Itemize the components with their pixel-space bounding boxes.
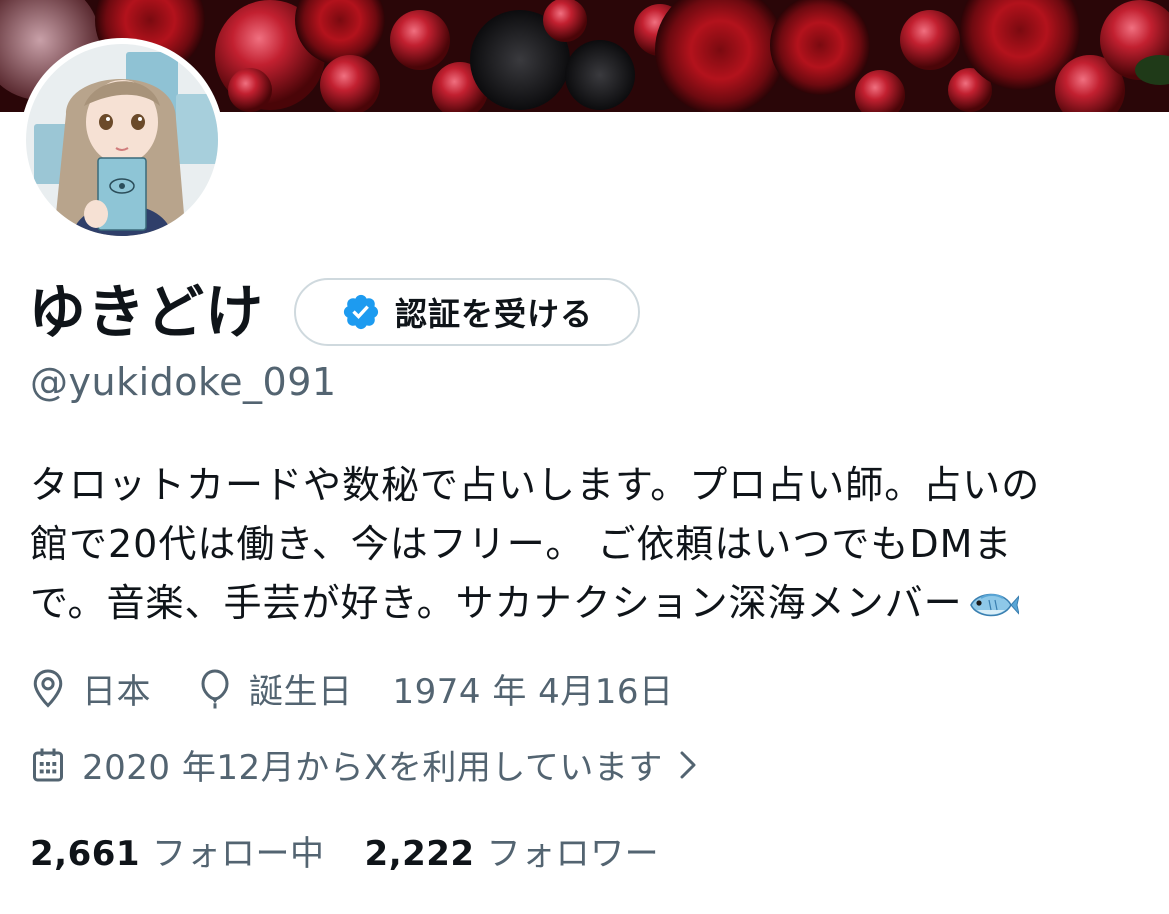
joined-item: 2020 年12月からXを利用しています	[30, 740, 699, 789]
avatar[interactable]	[20, 38, 224, 242]
bio: タロットカードや数秘で占いします。プロ占い師。占いの 館で20代は働き、今はフリ…	[30, 456, 1140, 639]
following-label: フォロー中	[152, 834, 325, 874]
followers-link[interactable]: 2,222 フォロワー	[365, 826, 660, 875]
avatar-image	[26, 44, 218, 236]
get-verified-label: 認証を受ける	[395, 295, 594, 333]
joined-row[interactable]: 2020 年12月からXを利用しています	[30, 740, 699, 789]
get-verified-button[interactable]: 認証を受ける	[294, 278, 641, 346]
birthday-item: 誕生日 1974 年 4月16日	[197, 664, 674, 713]
follow-stats: 2,661 フォロー中 2,222 フォロワー	[30, 826, 659, 875]
following-count: 2,661	[30, 834, 141, 874]
birthday-value: 1974 年 4月16日	[392, 672, 674, 712]
following-link[interactable]: 2,661 フォロー中	[30, 826, 325, 875]
calendar-icon	[30, 743, 70, 787]
chevron-right-icon	[677, 747, 699, 783]
user-handle: @yukidoke_091	[30, 360, 337, 404]
followers-label: フォロワー	[486, 834, 660, 874]
name-row: ゆきどけ 認証を受ける	[28, 272, 641, 352]
bio-line-last: で。音楽、手芸が好き。サカナクション深海メンバー	[30, 574, 1140, 639]
bio-line-text: で。音楽、手芸が好き。サカナクション深海メンバー	[30, 581, 963, 625]
bio-line: 館で20代は働き、今はフリー。 ご依頼はいつでもDMま	[30, 522, 1013, 566]
location-text: 日本	[82, 672, 151, 712]
followers-count: 2,222	[364, 834, 475, 874]
display-name: ゆきどけ	[28, 278, 265, 346]
profile-page: ゆきどけ 認証を受ける @yukidoke_091 タロットカードや数秘で占いし…	[0, 0, 1169, 914]
meta-row-location-birthday: 日本 誕生日 1974 年 4月16日	[30, 664, 674, 713]
location-pin-icon	[30, 667, 70, 711]
verified-badge-icon	[341, 292, 381, 332]
fish-emoji	[967, 580, 1020, 639]
location-item: 日本	[30, 664, 151, 713]
birthday-label: 誕生日	[249, 672, 353, 712]
balloon-icon	[197, 667, 237, 711]
joined-text: 2020 年12月からXを利用しています	[82, 748, 663, 788]
bio-line: タロットカードや数秘で占いします。プロ占い師。占いの	[30, 463, 1041, 507]
